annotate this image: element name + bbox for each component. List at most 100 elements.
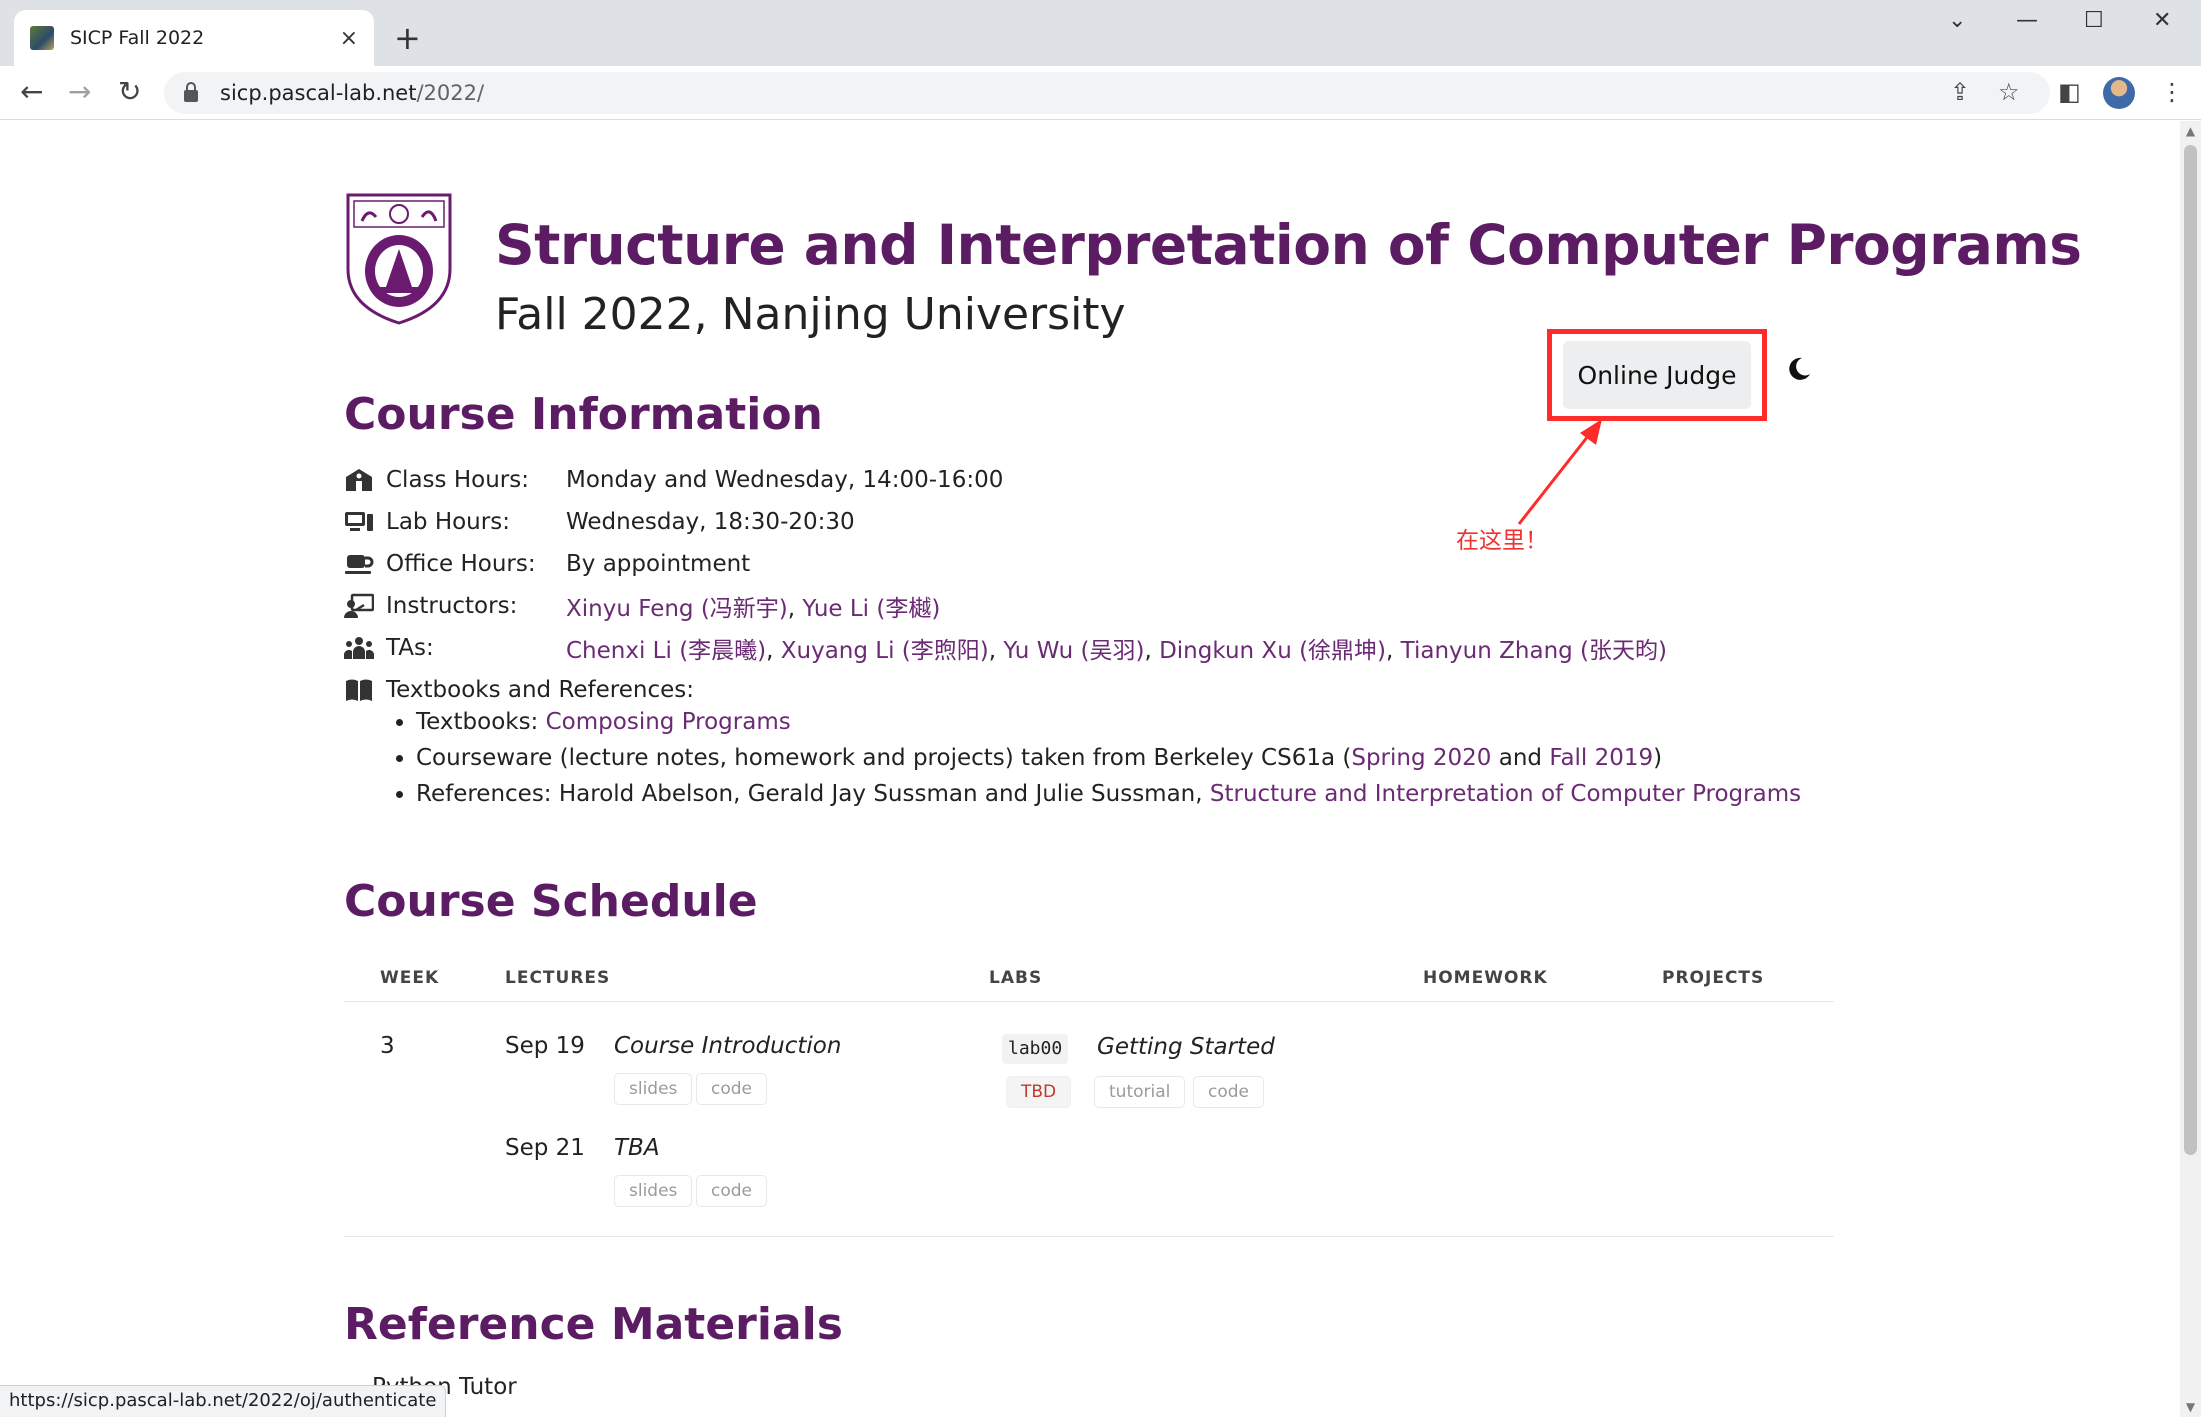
ta-link[interactable]: Tianyun Zhang (张天昀) <box>1401 638 1667 664</box>
info-row-lab-hours: Lab Hours: Wednesday, 18:30-20:30 <box>344 502 855 542</box>
info-label: TAs: <box>386 635 434 661</box>
row-divider <box>344 1236 1834 1237</box>
course-subtitle: Fall 2022, Nanjing University <box>495 289 1126 340</box>
ta-link[interactable]: Dingkun Xu (徐鼎坤) <box>1159 638 1386 664</box>
bookmark-star-icon[interactable]: ☆ <box>1998 76 2020 108</box>
code-link[interactable]: code <box>1193 1076 1264 1108</box>
spring-2020-link[interactable]: Spring 2020 <box>1351 745 1491 771</box>
col-projects: PROJECTS <box>1662 968 1765 988</box>
url-host: sicp.pascal-lab.net <box>220 81 417 105</box>
tab-strip: SICP Fall 2022 × + ⌄ — ☐ ✕ <box>0 0 2201 66</box>
close-window-icon[interactable]: ✕ <box>2153 8 2171 33</box>
instructor-link[interactable]: Yue Li (李樾) <box>802 596 940 622</box>
lab-id: lab00 <box>1002 1034 1069 1064</box>
online-judge-button[interactable]: Online Judge <box>1563 341 1751 409</box>
menu-kebab-icon[interactable]: ⋮ <box>2160 76 2184 108</box>
week-number: 3 <box>380 1033 395 1059</box>
close-tab-icon[interactable]: × <box>340 26 358 51</box>
people-icon <box>344 634 374 662</box>
dark-mode-moon-icon[interactable] <box>1786 356 1812 382</box>
fall-2019-link[interactable]: Fall 2019 <box>1549 745 1653 771</box>
list-item: Courseware (lecture notes, homework and … <box>416 740 1801 776</box>
col-labs: LABS <box>989 968 1043 988</box>
forward-icon[interactable]: → <box>68 76 91 108</box>
info-row-office-hours: Office Hours: By appointment <box>344 544 750 584</box>
lock-icon[interactable] <box>184 82 198 102</box>
scroll-up-icon[interactable]: ▲ <box>2180 121 2201 141</box>
bullet-text: ) <box>1653 745 1663 771</box>
code-link[interactable]: code <box>696 1175 767 1207</box>
ta-link[interactable]: Xuyang Li (李煦阳) <box>781 638 989 664</box>
list-item: Textbooks: Composing Programs <box>416 704 1801 740</box>
ta-link[interactable]: Chenxi Li (李晨曦) <box>566 638 766 664</box>
address-bar[interactable]: sicp.pascal-lab.net /2022/ <box>164 72 2050 114</box>
annotation-arrow-icon <box>1517 419 1602 525</box>
info-label: Lab Hours: <box>386 509 510 535</box>
annotation-text: 在这里！ <box>1456 528 1548 554</box>
references-list: Textbooks: Composing Programs Courseware… <box>416 704 1801 812</box>
info-row-tas: TAs: Chenxi Li (李晨曦), Xuyang Li (李煦阳), Y… <box>344 628 1667 668</box>
info-value: Monday and Wednesday, 14:00-16:00 <box>566 467 1004 493</box>
profile-avatar[interactable] <box>2103 77 2135 109</box>
coffee-icon <box>344 550 374 578</box>
instructor-list: Xinyu Feng (冯新宇), Yue Li (李樾) <box>566 596 941 622</box>
url-path: /2022/ <box>416 81 485 105</box>
info-label: Instructors: <box>386 593 518 619</box>
lab-title: Getting Started <box>1097 1034 1275 1060</box>
col-lectures: LECTURES <box>505 968 611 988</box>
slides-link[interactable]: slides <box>614 1175 693 1207</box>
minimize-icon[interactable]: — <box>2016 8 2038 33</box>
lecture-date: Sep 21 <box>505 1135 585 1161</box>
ta-link[interactable]: Yu Wu (吴羽) <box>1003 638 1144 664</box>
scroll-thumb[interactable] <box>2184 145 2197 1155</box>
status-bar-url: https://sicp.pascal-lab.net/2022/oj/auth… <box>0 1385 447 1417</box>
info-row-instructors: Instructors: Xinyu Feng (冯新宇), Yue Li (李… <box>344 586 940 626</box>
new-tab-button[interactable]: + <box>394 18 421 58</box>
schedule-heading: Course Schedule <box>344 876 758 927</box>
bullet-text: and <box>1491 745 1550 771</box>
bullet-text: References: Harold Abelson, Gerald Jay S… <box>416 781 1210 807</box>
lecture-title: TBA <box>614 1135 660 1161</box>
computer-icon <box>344 508 374 536</box>
col-week: WEEK <box>380 968 440 988</box>
reload-icon[interactable]: ↻ <box>118 76 141 108</box>
lab-due-badge: TBD <box>1006 1076 1072 1108</box>
code-link[interactable]: code <box>696 1073 767 1105</box>
instructor-link[interactable]: Xinyu Feng (冯新宇) <box>566 596 788 622</box>
back-icon[interactable]: ← <box>20 76 43 108</box>
ta-list: Chenxi Li (李晨曦), Xuyang Li (李煦阳), Yu Wu … <box>566 638 1667 664</box>
side-panel-icon[interactable]: ◧ <box>2058 76 2081 108</box>
composing-programs-link[interactable]: Composing Programs <box>546 709 791 735</box>
info-row-class-hours: Class Hours: Monday and Wednesday, 14:00… <box>344 460 1003 500</box>
lecture-date: Sep 19 <box>505 1033 585 1059</box>
sicp-book-link[interactable]: Structure and Interpretation of Computer… <box>1210 781 1801 807</box>
site-favicon-icon <box>30 26 54 50</box>
nanjing-university-logo <box>346 193 452 325</box>
textbooks-label: Textbooks and References: <box>386 677 695 703</box>
vertical-scrollbar[interactable]: ▲ ▼ <box>2180 121 2201 1417</box>
browser-tab[interactable]: SICP Fall 2022 × <box>14 10 374 66</box>
scroll-down-icon[interactable]: ▼ <box>2180 1397 2201 1417</box>
share-icon[interactable]: ⇪ <box>1950 76 1970 108</box>
tab-search-icon[interactable]: ⌄ <box>1948 8 1966 33</box>
col-homework: HOMEWORK <box>1423 968 1548 988</box>
slides-link[interactable]: slides <box>614 1073 693 1105</box>
tutorial-link[interactable]: tutorial <box>1094 1076 1186 1108</box>
list-item: References: Harold Abelson, Gerald Jay S… <box>416 776 1801 812</box>
schedule-table-header: WEEK LECTURES LABS HOMEWORK PROJECTS <box>344 956 1834 1002</box>
tab-title: SICP Fall 2022 <box>70 27 205 49</box>
school-icon <box>344 466 374 494</box>
maximize-icon[interactable]: ☐ <box>2084 8 2104 33</box>
info-label: Office Hours: <box>386 551 536 577</box>
page-header: Structure and Interpretation of Computer… <box>344 191 2082 554</box>
info-value: By appointment <box>566 551 751 577</box>
info-label: Class Hours: <box>386 467 529 493</box>
lecture-title: Course Introduction <box>614 1033 842 1059</box>
browser-toolbar: ← → ↻ sicp.pascal-lab.net /2022/ ⇪ ☆ ◧ ⋮ <box>0 66 2201 120</box>
reference-heading: Reference Materials <box>344 1299 843 1350</box>
course-info-heading: Course Information <box>344 389 823 440</box>
course-title: Structure and Interpretation of Computer… <box>495 213 2082 277</box>
teacher-icon <box>344 592 374 620</box>
bullet-text: Courseware (lecture notes, homework and … <box>416 745 1352 771</box>
book-icon <box>344 676 374 704</box>
